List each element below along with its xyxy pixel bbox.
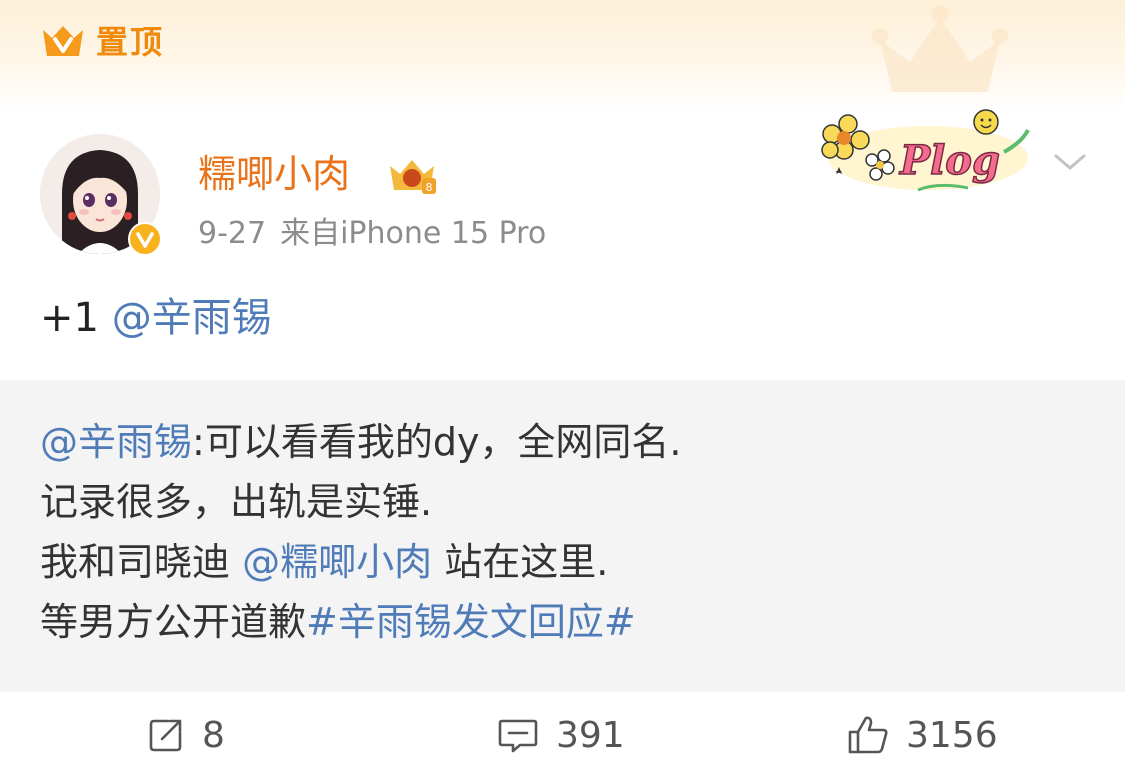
crown-watermark-icon <box>872 5 1008 92</box>
repost-text: 记录很多，出轨是实锤. <box>40 480 433 524</box>
like-count: 3156 <box>906 714 998 756</box>
pinned-banner: 置顶 <box>0 0 1125 110</box>
action-bar: 8 391 3156 <box>0 692 1125 779</box>
comment-icon <box>498 719 538 753</box>
plog-sticker-text: Plog <box>899 137 1000 184</box>
repost-line: 我和司晓迪 @糯唧小肉 站在这里. <box>40 532 1085 592</box>
level-crown-badge-icon[interactable]: 8 <box>384 152 440 198</box>
crown-v-icon <box>43 26 83 56</box>
mention-link[interactable]: @辛雨锡 <box>40 420 192 464</box>
hashtag-link[interactable]: #辛雨锡发文回应# <box>306 600 636 644</box>
thumbs-up-icon <box>848 716 888 754</box>
repost-text: 站在这里. <box>432 540 609 584</box>
like-button[interactable]: 3156 <box>846 712 998 758</box>
repost-count: 8 <box>202 714 225 756</box>
repost-line: @辛雨锡:可以看看我的dy，全网同名. <box>40 412 1085 472</box>
comment-button[interactable]: 391 <box>496 712 625 758</box>
comment-count: 391 <box>556 714 625 756</box>
repost-line: 记录很多，出轨是实锤. <box>40 472 1085 532</box>
share-icon <box>149 719 182 752</box>
repost-text: 等男方公开道歉 <box>40 600 307 644</box>
plog-sticker: Plog <box>821 109 1030 192</box>
repost-text: :可以看看我的dy，全网同名. <box>192 420 682 464</box>
pinned-label: 置顶 <box>96 23 165 61</box>
author-name[interactable]: 糯唧小肉 <box>198 150 350 198</box>
post-date: 9-27 <box>198 216 267 251</box>
post-meta: 9-27 来自iPhone 15 Pro <box>198 214 546 254</box>
post-text: +1 @辛雨锡 <box>40 292 272 344</box>
mention-link[interactable]: @辛雨锡 <box>112 295 272 341</box>
repost-text: 我和司晓迪 <box>40 540 243 584</box>
chevron-down-icon[interactable] <box>1052 150 1088 174</box>
repost-card[interactable]: @辛雨锡:可以看看我的dy，全网同名. 记录很多，出轨是实锤. 我和司晓迪 @糯… <box>0 380 1125 692</box>
mention-link[interactable]: @糯唧小肉 <box>242 540 432 584</box>
repost-line: 等男方公开道歉#辛雨锡发文回应# <box>40 592 1085 652</box>
verified-v-icon <box>128 222 162 256</box>
repost-button[interactable]: 8 <box>146 712 225 758</box>
svg-text:8: 8 <box>426 181 433 194</box>
post-source: 来自iPhone 15 Pro <box>280 216 547 251</box>
post-prefix: +1 <box>40 295 112 341</box>
